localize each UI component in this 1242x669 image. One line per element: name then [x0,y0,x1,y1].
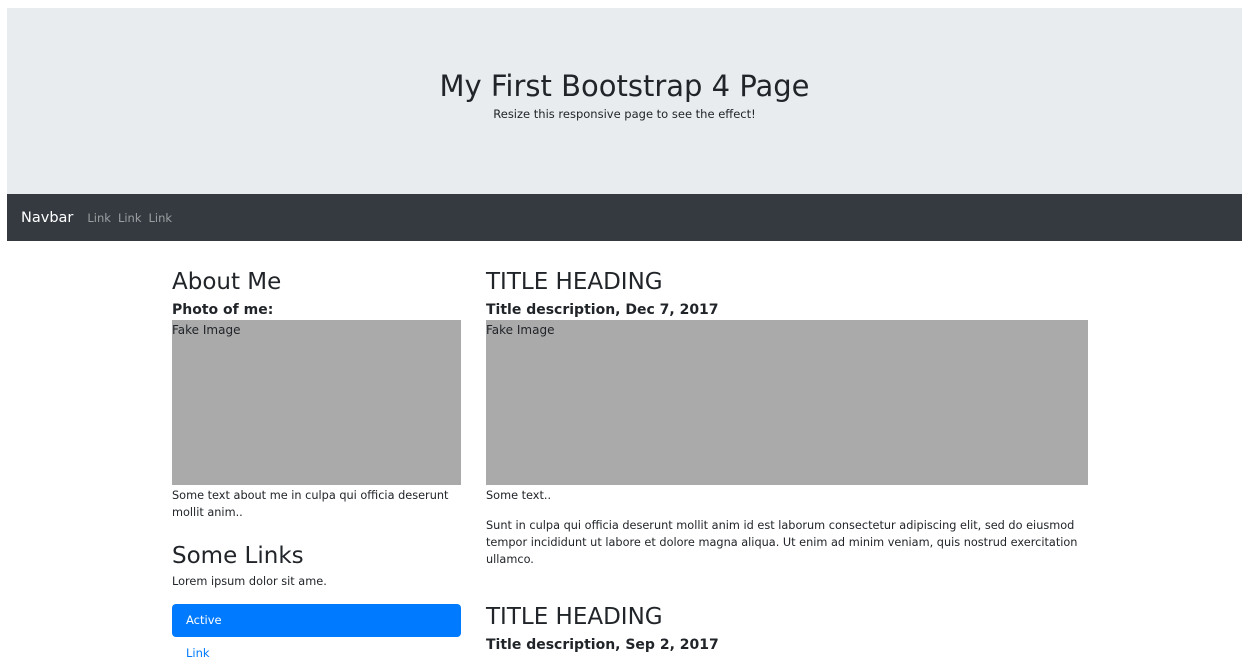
post: TITLE HEADING Title description, Sep 2, … [486,602,1088,655]
page: My First Bootstrap 4 Page Resize this re… [7,8,1242,669]
photo-label: Photo of me: [172,302,274,318]
post-image-placeholder: Fake Image [486,320,1088,485]
pill-active[interactable]: Active [172,604,461,637]
nav-link-1[interactable]: Link [87,211,111,225]
page-title: My First Bootstrap 4 Page [439,69,810,103]
post-heading: TITLE HEADING [486,604,663,630]
page-subtitle: Resize this responsive page to see the e… [493,107,756,121]
post-body: Sunt in culpa qui officia deserunt molli… [486,519,1078,566]
navbar: Navbar Link Link Link [7,194,1242,241]
post-description: Title description, Sep 2, 2017 [486,637,719,653]
post-short-text: Some text.. [486,489,552,502]
about-heading: About Me [172,269,282,295]
nav-pills: Active Link [172,604,461,660]
links-text: Lorem ipsum dolor sit ame. [172,575,327,588]
image-placeholder-text: Fake Image [486,323,555,337]
nav-link-2[interactable]: Link [118,211,142,225]
nav-link-3[interactable]: Link [149,211,173,225]
navbar-brand[interactable]: Navbar [21,210,73,226]
profile-image-placeholder: Fake Image [172,320,461,485]
posts-column: TITLE HEADING Title description, Dec 7, … [486,267,1088,655]
pill-link[interactable]: Link [172,646,461,660]
image-placeholder-text: Fake Image [172,323,241,337]
jumbotron: My First Bootstrap 4 Page Resize this re… [7,8,1242,194]
post: TITLE HEADING Title description, Dec 7, … [486,267,1088,568]
links-heading: Some Links [172,543,304,569]
post-heading: TITLE HEADING [486,269,663,295]
about-text: Some text about me in culpa qui officia … [172,489,449,519]
post-description: Title description, Dec 7, 2017 [486,302,719,318]
sidebar-column: About Me Photo of me: Fake Image Some te… [172,267,461,660]
